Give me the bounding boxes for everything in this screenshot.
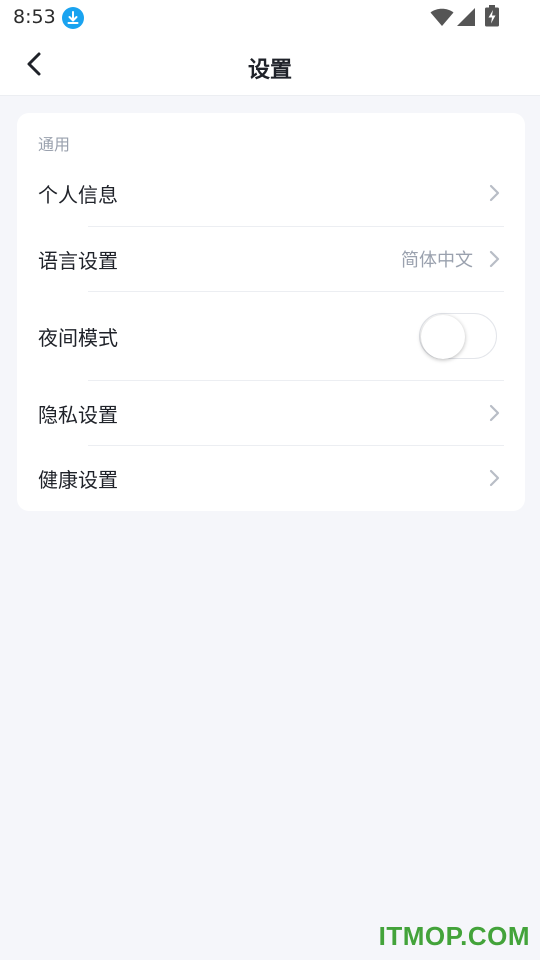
toggle-knob bbox=[421, 315, 465, 359]
section-label-general: 通用 bbox=[38, 135, 71, 154]
wifi-icon bbox=[430, 7, 454, 27]
top-header: 8:53 设置 bbox=[0, 0, 540, 96]
settings-item-privacy[interactable]: 隐私设置 bbox=[17, 380, 525, 446]
navigation-bar: 设置 bbox=[0, 36, 540, 96]
settings-item-label: 隐私设置 bbox=[38, 402, 118, 427]
settings-item-health[interactable]: 健康设置 bbox=[17, 445, 525, 511]
settings-item-label: 夜间模式 bbox=[38, 325, 118, 350]
chevron-right-icon bbox=[489, 469, 500, 487]
watermark: ITMOP.COM bbox=[378, 921, 530, 951]
download-icon bbox=[62, 7, 84, 29]
page-title: 设置 bbox=[247, 58, 292, 83]
battery-charging-icon bbox=[484, 5, 500, 27]
status-time: 8:53 bbox=[13, 6, 56, 28]
settings-item-language[interactable]: 语言设置 简体中文 bbox=[17, 226, 525, 292]
night-mode-toggle[interactable] bbox=[419, 313, 497, 359]
signal-icon bbox=[456, 7, 476, 27]
settings-item-personal-info[interactable]: 个人信息 bbox=[17, 160, 525, 226]
chevron-right-icon bbox=[489, 250, 500, 268]
settings-item-label: 语言设置 bbox=[38, 248, 118, 273]
chevron-right-icon bbox=[489, 404, 500, 422]
settings-item-label: 健康设置 bbox=[38, 467, 118, 492]
language-value: 简体中文 bbox=[401, 250, 473, 271]
settings-card: 通用 个人信息 语言设置 简体中文 夜间模式 隐私设置 健康设置 bbox=[17, 113, 525, 511]
settings-item-night-mode: 夜间模式 bbox=[17, 292, 525, 380]
chevron-right-icon bbox=[489, 184, 500, 202]
status-bar: 8:53 bbox=[0, 0, 540, 36]
settings-item-label: 个人信息 bbox=[38, 182, 118, 207]
